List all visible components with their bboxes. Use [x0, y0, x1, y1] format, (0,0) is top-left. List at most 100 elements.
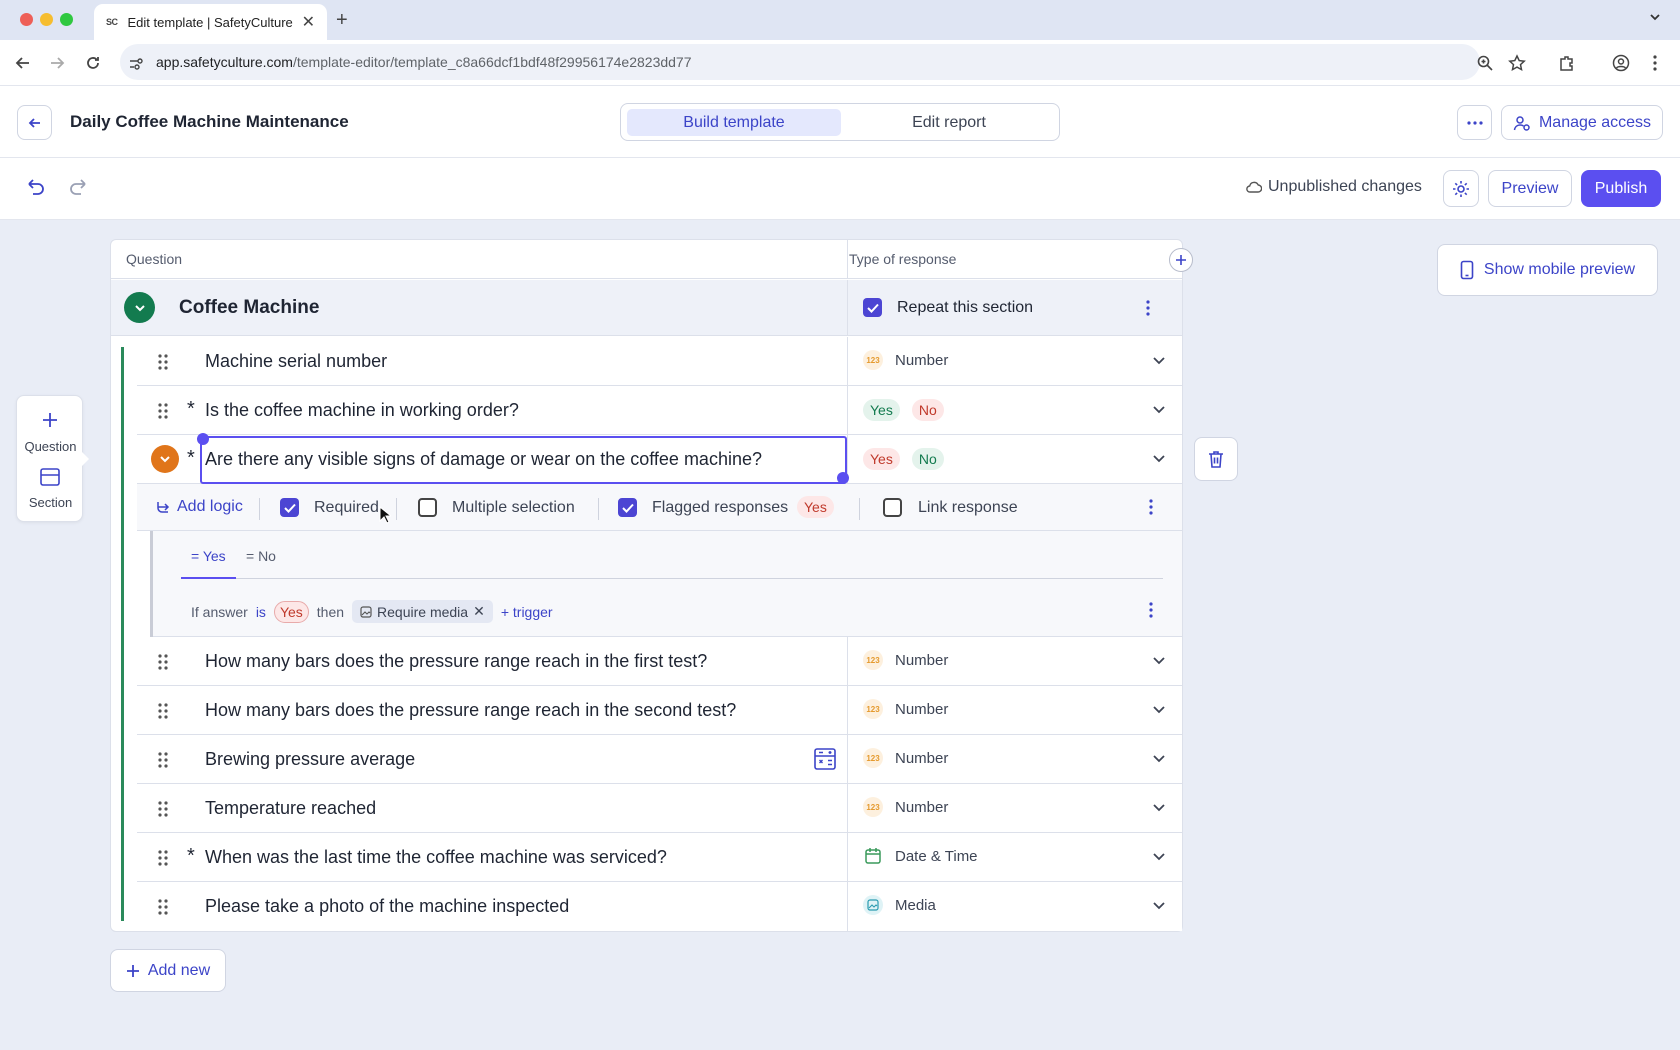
chevron-down-icon[interactable]	[1152, 801, 1166, 815]
browser-tab[interactable]: SC Edit template | SafetyCulture ✕	[94, 4, 327, 40]
question-row[interactable]: * When was the last time the coffee mach…	[137, 833, 1182, 882]
question-row[interactable]: How many bars does the pressure range re…	[137, 686, 1182, 735]
section-title[interactable]: Coffee Machine	[179, 297, 319, 319]
response-type[interactable]: 123 Number	[863, 699, 948, 719]
remove-action-icon[interactable]: ✕	[473, 603, 485, 620]
tab-build-template[interactable]: Build template	[627, 109, 841, 136]
repeat-section-checkbox[interactable]	[863, 298, 882, 317]
question-text[interactable]: How many bars does the pressure range re…	[205, 651, 707, 672]
drag-handle-icon[interactable]	[157, 751, 169, 769]
add-section-label[interactable]: Section	[17, 495, 84, 510]
question-text[interactable]: When was the last time the coffee machin…	[205, 847, 667, 868]
calculator-icon[interactable]	[814, 748, 836, 770]
require-media-chip[interactable]: Require media ✕	[352, 600, 493, 623]
response-type[interactable]: 123 Number	[863, 650, 948, 670]
chevron-down-icon[interactable]	[1152, 703, 1166, 717]
response-type[interactable]: Media	[863, 895, 936, 915]
flagged-responses-checkbox[interactable]	[618, 498, 637, 517]
template-settings-button[interactable]	[1443, 170, 1479, 207]
chevron-down-icon[interactable]	[1152, 752, 1166, 766]
show-mobile-preview-button[interactable]: Show mobile preview	[1437, 244, 1658, 296]
question-row[interactable]: Brewing pressure average 123 Number	[137, 735, 1182, 784]
drag-handle-icon[interactable]	[157, 849, 169, 867]
question-row[interactable]: How many bars does the pressure range re…	[137, 637, 1182, 686]
drag-handle-icon[interactable]	[157, 653, 169, 671]
question-text[interactable]: Please take a photo of the machine inspe…	[205, 896, 569, 917]
bookmark-star-icon[interactable]	[1508, 54, 1526, 72]
add-logic-button[interactable]: Add logic	[155, 498, 243, 516]
zoom-icon[interactable]	[1476, 54, 1494, 72]
preview-button[interactable]: Preview	[1488, 170, 1572, 207]
add-trigger-button[interactable]: + trigger	[501, 604, 553, 620]
add-question-button[interactable]	[42, 412, 58, 428]
add-new-button[interactable]: Add new	[110, 949, 226, 992]
resize-handle[interactable]	[197, 433, 209, 445]
section-menu-icon[interactable]	[1145, 299, 1151, 317]
redo-icon[interactable]	[69, 178, 89, 196]
add-question-label[interactable]: Question	[17, 439, 84, 454]
question-row[interactable]: * Is the coffee machine in working order…	[137, 386, 1182, 435]
back-button[interactable]	[17, 105, 52, 140]
response-type[interactable]: Date & Time	[863, 846, 978, 866]
tab-search-chevron-icon[interactable]	[1648, 10, 1662, 24]
flagged-response-pill[interactable]: Yes	[797, 496, 834, 518]
url-text[interactable]: app.safetyculture.com/template-editor/te…	[156, 54, 692, 70]
manage-access-button[interactable]: Manage access	[1501, 105, 1663, 140]
reload-icon[interactable]	[84, 54, 102, 72]
drag-handle-icon[interactable]	[157, 353, 169, 371]
link-response-checkbox[interactable]	[883, 498, 902, 517]
chevron-down-icon[interactable]	[1152, 899, 1166, 913]
operator-selector[interactable]: is	[256, 604, 266, 620]
more-options-button[interactable]	[1457, 105, 1492, 140]
question-row[interactable]: Machine serial number 123 Number	[137, 337, 1182, 386]
tab-edit-report[interactable]: Edit report	[843, 109, 1055, 136]
maximize-window-button[interactable]	[60, 13, 73, 26]
logic-tab-yes[interactable]: = Yes	[191, 548, 226, 564]
chevron-down-icon[interactable]	[1152, 452, 1166, 466]
question-menu-icon[interactable]	[1148, 498, 1154, 516]
response-type[interactable]: 123 Number	[863, 748, 948, 768]
question-row[interactable]: Please take a photo of the machine inspe…	[137, 882, 1182, 931]
response-type[interactable]: 123 Number	[863, 797, 948, 817]
question-text[interactable]: Temperature reached	[205, 798, 376, 819]
logic-tab-no[interactable]: = No	[246, 548, 276, 564]
required-checkbox[interactable]	[280, 498, 299, 517]
close-tab-icon[interactable]: ✕	[302, 12, 315, 32]
chevron-down-icon[interactable]	[1152, 354, 1166, 368]
response-type[interactable]: Yes No	[863, 448, 944, 470]
back-nav-icon[interactable]	[14, 54, 32, 72]
publish-button[interactable]: Publish	[1581, 170, 1661, 207]
profile-icon[interactable]	[1612, 54, 1630, 72]
extensions-icon[interactable]	[1558, 54, 1576, 72]
drag-handle-icon[interactable]	[157, 898, 169, 916]
drag-handle-icon[interactable]	[157, 702, 169, 720]
question-text[interactable]: Is the coffee machine in working order?	[205, 400, 519, 421]
chevron-down-icon[interactable]	[1152, 850, 1166, 864]
multiple-selection-checkbox[interactable]	[418, 498, 437, 517]
delete-question-button[interactable]	[1194, 437, 1238, 481]
drag-handle-icon[interactable]	[157, 402, 169, 420]
question-row[interactable]: Temperature reached 123 Number	[137, 784, 1182, 833]
question-text[interactable]: Brewing pressure average	[205, 749, 415, 770]
chevron-down-icon[interactable]	[1152, 403, 1166, 417]
question-text[interactable]: How many bars does the pressure range re…	[205, 700, 736, 721]
new-tab-icon[interactable]: +	[336, 9, 348, 32]
site-settings-icon[interactable]	[128, 56, 144, 72]
add-column-button[interactable]	[1169, 248, 1193, 272]
collapse-section-button[interactable]	[124, 292, 155, 323]
resize-handle[interactable]	[837, 472, 849, 484]
response-type[interactable]: 123 Number	[863, 350, 948, 370]
section-icon[interactable]	[40, 467, 60, 487]
forward-nav-icon[interactable]	[48, 54, 66, 72]
chevron-down-icon[interactable]	[1152, 654, 1166, 668]
answer-value-pill[interactable]: Yes	[273, 600, 309, 623]
close-window-button[interactable]	[20, 13, 33, 26]
logic-rule-menu-icon[interactable]	[1148, 601, 1154, 619]
minimize-window-button[interactable]	[40, 13, 53, 26]
logic-toggle-button[interactable]	[151, 445, 179, 473]
response-type[interactable]: Yes No	[863, 399, 944, 421]
browser-menu-icon[interactable]	[1652, 54, 1658, 72]
question-text[interactable]: Machine serial number	[205, 351, 387, 372]
undo-icon[interactable]	[25, 178, 45, 196]
drag-handle-icon[interactable]	[157, 800, 169, 818]
